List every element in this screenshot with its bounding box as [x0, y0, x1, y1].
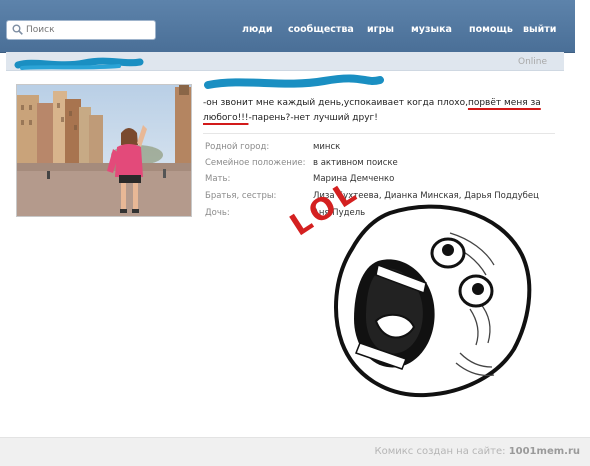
- nav-logout[interactable]: выйти: [523, 24, 556, 35]
- info-label-relationship: Семейное положение:: [205, 158, 306, 168]
- footer-site-link[interactable]: 1001mem.ru: [509, 446, 580, 457]
- search-input[interactable]: [26, 22, 151, 38]
- info-label-daughter: Дочь:: [205, 208, 230, 218]
- name-scribble-2: [204, 74, 384, 89]
- search-icon: [12, 24, 23, 35]
- name-scribble: [14, 57, 144, 70]
- status-part2: -парень?-нет лучший друг!: [248, 113, 378, 123]
- nav-music[interactable]: музыка: [411, 24, 452, 35]
- footer-prefix: Комикс создан на сайте:: [374, 446, 506, 457]
- info-value-mother[interactable]: Марина Демченко: [313, 174, 394, 184]
- status-part1: -он звонит мне каждый день,успокаивает к…: [203, 98, 468, 108]
- online-status: Online: [518, 57, 548, 67]
- status-highlight-1: порвёт меня за: [467, 98, 541, 108]
- nav-help[interactable]: помощь: [469, 24, 513, 35]
- info-label-hometown: Родной город:: [205, 142, 270, 152]
- lol-rage-face-icon: [334, 204, 532, 398]
- info-divider: [203, 133, 555, 134]
- info-label-siblings: Братья, сестры:: [205, 191, 277, 201]
- footer-credit: Комикс создан на сайте: 1001mem.ru: [375, 446, 581, 457]
- info-label-mother: Мать:: [205, 174, 231, 184]
- search-field[interactable]: [6, 20, 156, 40]
- nav-communities[interactable]: сообщества: [288, 24, 354, 35]
- profile-photo[interactable]: [16, 84, 192, 217]
- info-value-hometown[interactable]: минск: [313, 142, 340, 152]
- profile-photo-image: [17, 85, 191, 216]
- status-highlight-2: любого!!!: [203, 113, 249, 123]
- status-message: -он звонит мне каждый день,успокаивает к…: [203, 96, 548, 126]
- nav-games[interactable]: игры: [367, 24, 394, 35]
- info-value-relationship[interactable]: в активном поиске: [313, 158, 398, 168]
- nav-people[interactable]: люди: [242, 24, 273, 35]
